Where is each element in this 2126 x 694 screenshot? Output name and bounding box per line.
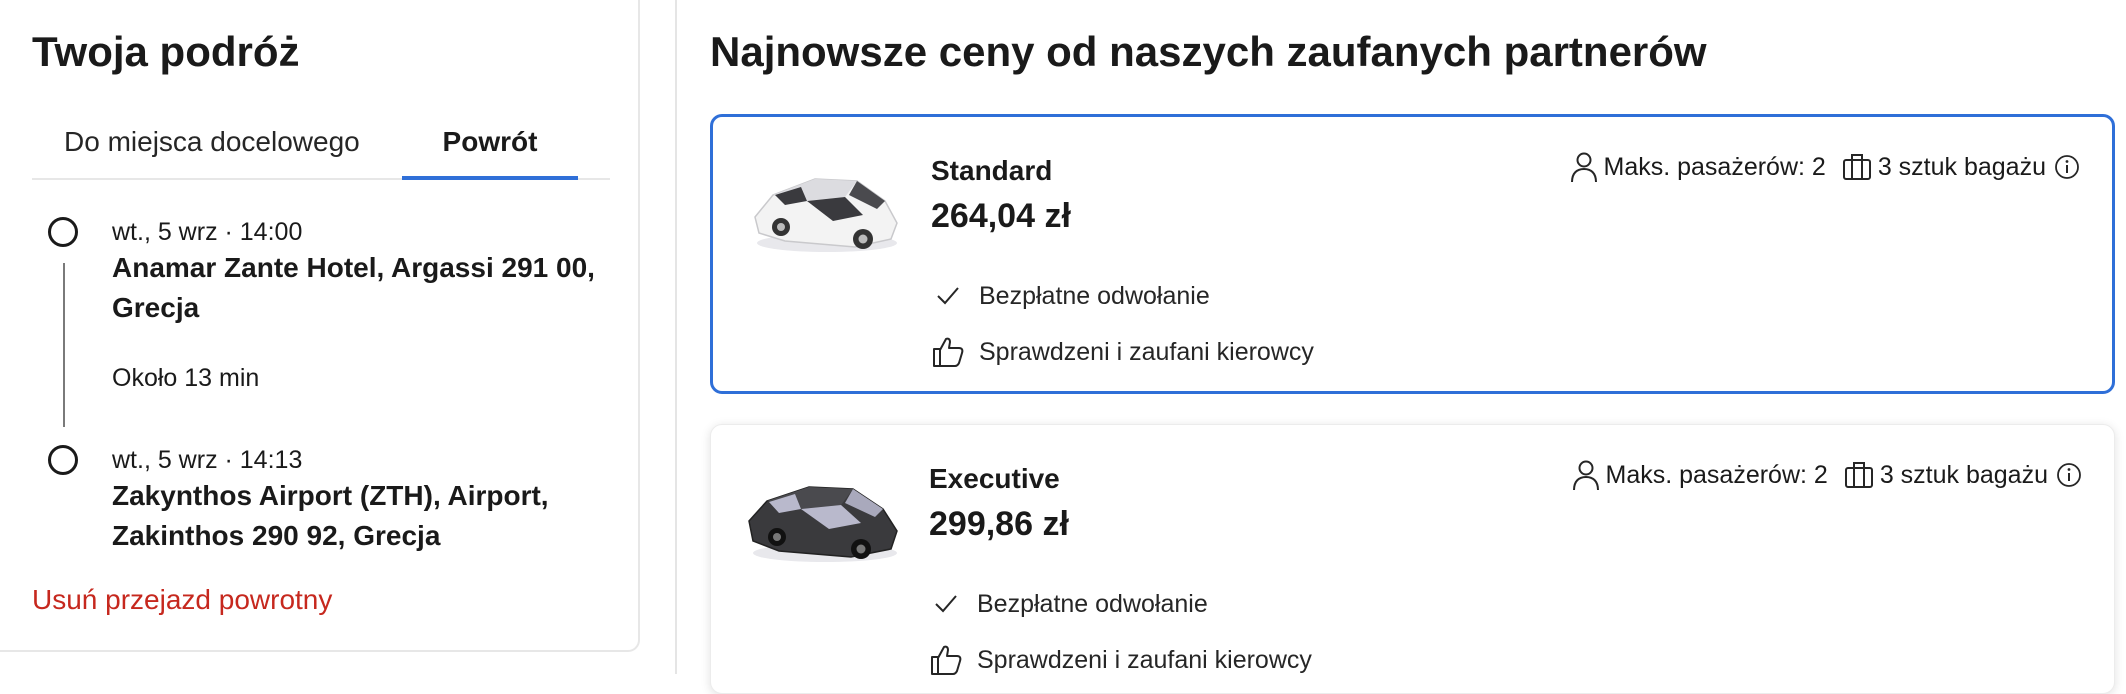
vehicle-class-name: Standard bbox=[931, 155, 1053, 186]
free-cancellation-feature: Bezpłatne odwołanie bbox=[929, 587, 1208, 621]
dropoff-stop-marker bbox=[48, 445, 78, 475]
vehicle-price: 299,86 zł bbox=[929, 505, 1069, 543]
dropoff-time: wt., 5 wrz · 14:13 bbox=[112, 446, 303, 474]
pickup-stop-marker bbox=[48, 217, 78, 247]
vehicle-price: 264,04 zł bbox=[931, 197, 1071, 235]
max-passengers: Maks. pasażerów: 2 bbox=[1605, 460, 1828, 489]
journey-panel: Twoja podróż Do miejsca docelowego Powró… bbox=[0, 0, 640, 652]
feature-label: Sprawdzeni i zaufani kierowcy bbox=[977, 645, 1312, 674]
luggage-icon bbox=[1844, 461, 1874, 489]
check-icon bbox=[929, 587, 963, 621]
pickup-time: wt., 5 wrz · 14:00 bbox=[112, 218, 303, 246]
offer-card-executive[interactable]: Executive 299,86 zł Bezpłatne odwołanie … bbox=[710, 424, 2115, 694]
vehicle-class-name: Executive bbox=[929, 463, 1060, 494]
trusted-drivers-feature: Sprawdzeni i zaufani kierowcy bbox=[929, 643, 1312, 677]
free-cancellation-feature: Bezpłatne odwołanie bbox=[931, 279, 1210, 313]
person-icon bbox=[1570, 151, 1598, 183]
offer-card-standard[interactable]: Standard 264,04 zł Bezpłatne odwołanie S… bbox=[710, 114, 2115, 394]
person-icon bbox=[1572, 459, 1600, 491]
luggage-count: 3 sztuk bagażu bbox=[1877, 152, 2046, 181]
capacity-info: Maks. pasażerów: 2 3 sztuk bagażu bbox=[1570, 149, 2087, 185]
check-icon bbox=[931, 279, 965, 313]
dropoff-place: Zakynthos Airport (ZTH), Airport, Zakint… bbox=[112, 480, 549, 551]
luggage-count: 3 sztuk bagażu bbox=[1879, 460, 2048, 489]
feature-label: Bezpłatne odwołanie bbox=[977, 589, 1208, 618]
luggage-icon bbox=[1842, 153, 1872, 181]
tab-return[interactable]: Powrót bbox=[402, 126, 578, 180]
tab-outbound[interactable]: Do miejsca docelowego bbox=[64, 126, 360, 176]
column-divider bbox=[675, 0, 677, 674]
journey-title: Twoja podróż bbox=[32, 28, 300, 75]
info-icon[interactable] bbox=[2056, 462, 2082, 488]
thumbs-up-icon bbox=[929, 643, 963, 677]
capacity-info: Maks. pasażerów: 2 3 sztuk bagażu bbox=[1572, 457, 2089, 493]
max-passengers: Maks. pasażerów: 2 bbox=[1603, 152, 1826, 181]
thumbs-up-icon bbox=[931, 335, 965, 369]
info-icon[interactable] bbox=[2054, 154, 2080, 180]
pickup-place: Anamar Zante Hotel, Argassi 291 00, Grec… bbox=[112, 252, 595, 323]
white-car-image bbox=[754, 178, 898, 252]
remove-return-link[interactable]: Usuń przejazd powrotny bbox=[32, 584, 332, 616]
feature-label: Bezpłatne odwołanie bbox=[979, 281, 1210, 310]
offers-title: Najnowsze ceny od naszych zaufanych part… bbox=[710, 28, 1707, 75]
timeline-line bbox=[63, 263, 65, 427]
feature-label: Sprawdzeni i zaufani kierowcy bbox=[979, 337, 1314, 366]
trusted-drivers-feature: Sprawdzeni i zaufani kierowcy bbox=[931, 335, 1314, 369]
journey-tabs: Do miejsca docelowego Powrót bbox=[32, 112, 610, 180]
trip-duration: Około 13 min bbox=[112, 364, 260, 392]
black-car-image bbox=[748, 486, 898, 562]
